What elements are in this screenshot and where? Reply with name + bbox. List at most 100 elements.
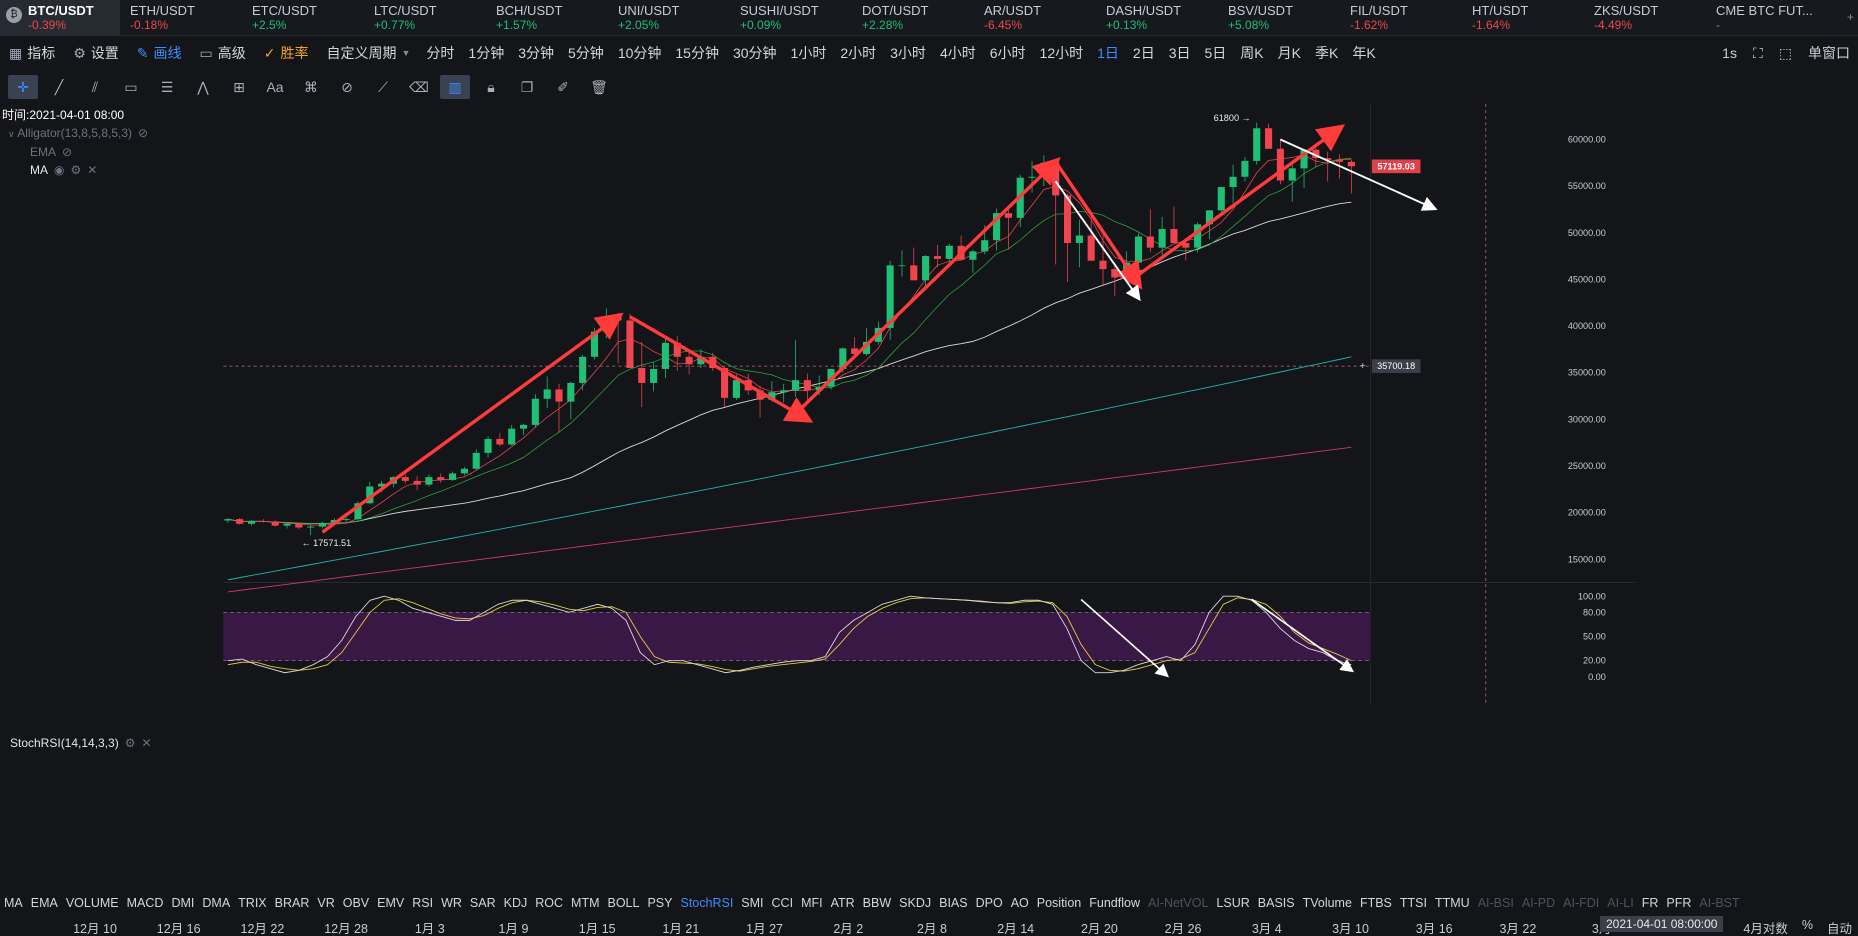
text-tool-icon[interactable]: Aa <box>260 75 290 99</box>
period-1分钟[interactable]: 1分钟 <box>461 37 511 69</box>
eraser-tool-icon[interactable]: ⌫ <box>404 75 434 99</box>
indicator-tab-obv[interactable]: OBV <box>339 896 373 910</box>
measure-tool-icon[interactable]: ⊞ <box>224 75 254 99</box>
ticker-uni-usdt[interactable]: UNI/USDT +2.05% <box>608 0 730 36</box>
rectangle-tool-icon[interactable]: ▭ <box>116 75 146 99</box>
period-5日[interactable]: 5日 <box>1198 37 1234 69</box>
indicator-tab-cci[interactable]: CCI <box>768 896 798 910</box>
indicator-tab-ai-fdi[interactable]: AI-FDI <box>1559 896 1603 910</box>
indicator-tab-ai-li[interactable]: AI-LI <box>1603 896 1637 910</box>
period-季K[interactable]: 季K <box>1308 37 1345 69</box>
drawing-button[interactable]: ✎ 画线 <box>128 37 191 69</box>
price-chart[interactable]: 60000.00 55000.00 50000.00 45000.00 40000.00… <box>0 104 1858 736</box>
ticker-bch-usdt[interactable]: BCH/USDT +1.57% <box>486 0 608 36</box>
eye-off-icon[interactable]: ⊘ <box>62 145 72 159</box>
candle-settings-icon[interactable]: ▥ <box>440 75 470 99</box>
close-icon[interactable]: ✕ <box>142 736 152 750</box>
window-mode-button[interactable]: 单窗口 <box>1800 43 1858 63</box>
indicator-tab-mfi[interactable]: MFI <box>797 896 827 910</box>
indicator-tab-ftbs[interactable]: FTBS <box>1356 896 1396 910</box>
indicator-tab-basis[interactable]: BASIS <box>1254 896 1299 910</box>
indicator-tab-ma[interactable]: MA <box>0 896 27 910</box>
indicator-tab-mtm[interactable]: MTM <box>567 896 603 910</box>
interval-button[interactable]: 1s <box>1714 45 1745 61</box>
period-2小时[interactable]: 2小时 <box>833 37 883 69</box>
indicator-tab-macd[interactable]: MACD <box>123 896 168 910</box>
indicator-tab-brar[interactable]: BRAR <box>271 896 314 910</box>
indicator-tab-skdj[interactable]: SKDJ <box>895 896 935 910</box>
ticker-dash-usdt[interactable]: DASH/USDT +0.13% <box>1096 0 1218 36</box>
indicator-tab-ai-netvol[interactable]: AI-NetVOL <box>1144 896 1212 910</box>
ticker-bsv-usdt[interactable]: BSV/USDT +5.08% <box>1218 0 1340 36</box>
indicator-tab-position[interactable]: Position <box>1033 896 1085 910</box>
ticker-fil-usdt[interactable]: FIL/USDT -1.62% <box>1340 0 1462 36</box>
indicator-tab-ai-bst[interactable]: AI-BST <box>1695 896 1743 910</box>
fullscreen-icon[interactable]: ⛶ <box>1745 45 1771 62</box>
screenshot-icon[interactable]: ⬚ <box>1771 45 1800 62</box>
ruler-tool-icon[interactable]: ⟋ <box>368 75 398 99</box>
trendline-tool-icon[interactable]: ╱ <box>44 75 74 99</box>
close-icon[interactable]: ✕ <box>87 163 97 177</box>
lock-icon[interactable]: 🔒︎ <box>476 75 506 99</box>
indicator-tab-atr[interactable]: ATR <box>827 896 859 910</box>
period-年K[interactable]: 年K <box>1345 37 1382 69</box>
ticker-etc-usdt[interactable]: ETC/USDT +2.5% <box>242 0 364 36</box>
period-3分钟[interactable]: 3分钟 <box>511 37 561 69</box>
ticker-ltc-usdt[interactable]: LTC/USDT +0.77% <box>364 0 486 36</box>
indicator-tab-wr[interactable]: WR <box>437 896 466 910</box>
axis-mode-自动[interactable]: 自动 <box>1827 918 1852 936</box>
indicator-tab-ttmu[interactable]: TTMU <box>1431 896 1474 910</box>
fibonacci-tool-icon[interactable]: ☰ <box>152 75 182 99</box>
indicator-tab-lsur[interactable]: LSUR <box>1212 896 1253 910</box>
indicator-tab-emv[interactable]: EMV <box>373 896 408 910</box>
legend-ma[interactable]: MA ◉ ⚙ ✕ <box>2 161 148 179</box>
ticker-ar-usdt[interactable]: AR/USDT -6.45% <box>974 0 1096 36</box>
more-tickers-icon[interactable]: + <box>1847 10 1854 24</box>
period-3小时[interactable]: 3小时 <box>883 37 933 69</box>
indicator-tab-ai-bsi[interactable]: AI-BSI <box>1474 896 1518 910</box>
advanced-button[interactable]: ▭ 高级 <box>191 37 255 69</box>
period-1小时[interactable]: 1小时 <box>784 37 834 69</box>
settings-button[interactable]: ⚙ 设置 <box>64 37 128 69</box>
indicator-tab-pfr[interactable]: PFR <box>1662 896 1695 910</box>
indicator-tab-ema[interactable]: EMA <box>27 896 62 910</box>
period-月K[interactable]: 月K <box>1271 37 1308 69</box>
period-10分钟[interactable]: 10分钟 <box>611 37 669 69</box>
indicator-tab-ttsi[interactable]: TTSI <box>1396 896 1431 910</box>
ticker-dot-usdt[interactable]: DOT/USDT +2.28% <box>852 0 974 36</box>
indicator-tab-bias[interactable]: BIAS <box>935 896 972 910</box>
indicator-tab-trix[interactable]: TRIX <box>234 896 270 910</box>
crosshair-tool-icon[interactable]: ✛ <box>8 75 38 99</box>
ticker-sushi-usdt[interactable]: SUSHI/USDT +0.09% <box>730 0 852 36</box>
indicator-tab-smi[interactable]: SMI <box>737 896 767 910</box>
winrate-button[interactable]: ✓ 胜率 <box>255 37 318 69</box>
period-4小时[interactable]: 4小时 <box>933 37 983 69</box>
period-1日[interactable]: 1日 <box>1090 37 1126 69</box>
indicator-tab-sar[interactable]: SAR <box>466 896 500 910</box>
indicator-tab-roc[interactable]: ROC <box>531 896 567 910</box>
indicator-tab-vr[interactable]: VR <box>313 896 338 910</box>
indicator-tab-ao[interactable]: AO <box>1007 896 1033 910</box>
parallel-lines-tool-icon[interactable]: ⫽ <box>80 75 110 99</box>
indicators-button[interactable]: ▦ 指标 <box>0 37 64 69</box>
period-分时[interactable]: 分时 <box>419 37 461 69</box>
period-2日[interactable]: 2日 <box>1126 37 1162 69</box>
custom-period-dropdown[interactable]: 自定义周期 ▼ <box>318 37 420 69</box>
indicator-tab-ai-pd[interactable]: AI-PD <box>1518 896 1559 910</box>
period-5分钟[interactable]: 5分钟 <box>561 37 611 69</box>
copy-icon[interactable]: ❐ <box>512 75 542 99</box>
hide-drawings-icon[interactable]: ⊘ <box>332 75 362 99</box>
period-15分钟[interactable]: 15分钟 <box>668 37 726 69</box>
indicator-tab-bbw[interactable]: BBW <box>859 896 895 910</box>
period-12小时[interactable]: 12小时 <box>1033 37 1091 69</box>
period-6小时[interactable]: 6小时 <box>983 37 1033 69</box>
legend-alligator[interactable]: ∨ Alligator(13,8,5,8,5,3) ⊘ <box>2 124 148 143</box>
legend-ema[interactable]: EMA ⊘ <box>2 143 148 161</box>
ticker-cme-btc-fut-[interactable]: CME BTC FUT... - <box>1706 0 1828 36</box>
settings-icon[interactable]: ⚙ <box>125 736 136 750</box>
ticker-btc-usdt[interactable]: ₿ BTC/USDT -0.39% <box>0 0 120 36</box>
indicator-tab-dma[interactable]: DMA <box>198 896 234 910</box>
axis-mode-%[interactable]: % <box>1802 918 1813 936</box>
eye-off-icon[interactable]: ⊘ <box>138 126 148 140</box>
indicator-tab-rsi[interactable]: RSI <box>408 896 437 910</box>
